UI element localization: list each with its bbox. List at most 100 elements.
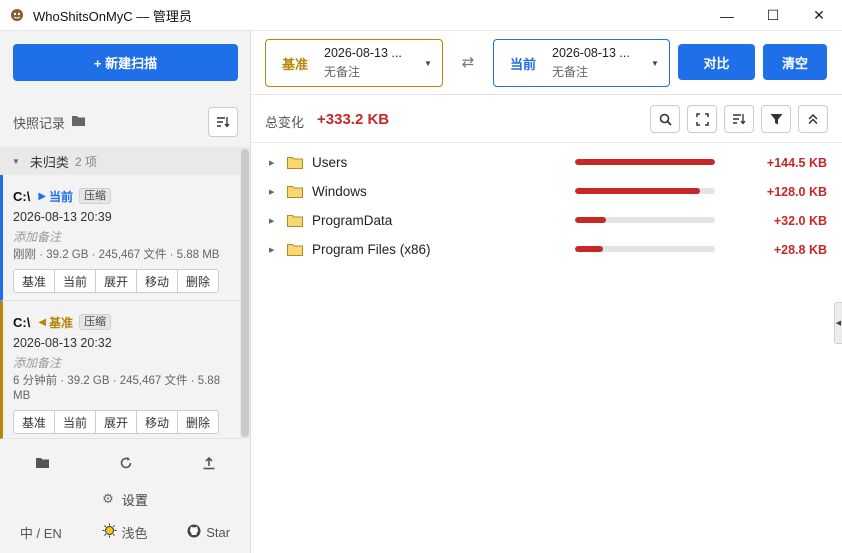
collapse-panel-handle[interactable]: ◀	[834, 302, 842, 344]
search-icon	[659, 113, 672, 126]
sort-icon	[733, 114, 746, 125]
new-scan-button[interactable]: + 新建扫描	[13, 44, 238, 81]
folder-row[interactable]: ▶ Program Files (x86) +28.8 KB	[251, 235, 842, 264]
dropdown-arrow-icon: ▼	[651, 58, 659, 68]
expand-arrow-icon[interactable]: ▶	[269, 188, 274, 196]
close-button[interactable]: ✕	[796, 0, 842, 31]
base-snapshot-select[interactable]: 基准 2026-08-13 ... 无备注 ▼	[265, 39, 443, 87]
change-value: +144.5 KB	[766, 155, 827, 170]
set-base-button[interactable]: 基准	[14, 270, 55, 292]
change-bar-fill	[575, 159, 715, 165]
change-bar	[575, 217, 715, 223]
folder-icon	[287, 185, 303, 201]
folder-name: ProgramData	[312, 213, 393, 228]
snapshot-card-current[interactable]: C:\ ▶ 当前 压缩 2026-08-13 20:39 添加备注 刚刚 · 39…	[0, 175, 240, 301]
github-star-link[interactable]: Star	[187, 524, 230, 541]
refresh-icon[interactable]	[119, 456, 133, 473]
search-button[interactable]	[650, 105, 680, 133]
change-bar	[575, 246, 715, 252]
current-snapshot-select[interactable]: 当前 2026-08-13 ... 无备注 ▼	[493, 39, 670, 87]
change-bar-fill	[575, 246, 603, 252]
move-button[interactable]: 移动	[137, 270, 178, 292]
back-arrow-icon: ◀	[38, 316, 47, 328]
maximize-button[interactable]: ☐	[750, 0, 796, 31]
set-current-button[interactable]: 当前	[55, 411, 96, 433]
sidebar-footer: 中 / EN 浅色 Star	[0, 521, 250, 543]
snapshot-actions: 基准 当前 展开 移动 删除	[13, 410, 219, 434]
app-icon	[9, 7, 25, 23]
minimize-button[interactable]: —	[704, 0, 750, 31]
add-note-link[interactable]: 添加备注	[13, 354, 240, 371]
snapshot-time: 2026-08-13 20:39	[13, 210, 112, 224]
settings-button[interactable]: ⚙ 设置	[0, 487, 250, 511]
export-icon[interactable]	[202, 456, 216, 473]
github-icon	[187, 524, 201, 541]
group-header[interactable]: ▼ 未归类 2 项	[0, 147, 240, 175]
swap-icon[interactable]: ⇄	[456, 53, 480, 73]
add-note-link[interactable]: 添加备注	[13, 228, 240, 245]
folder-icon[interactable]	[71, 114, 86, 130]
change-bar-fill	[575, 217, 606, 223]
delete-button[interactable]: 删除	[178, 270, 218, 292]
dropdown-arrow-icon: ▼	[424, 58, 432, 68]
compress-badge: 压缩	[79, 188, 112, 204]
filter-icon	[770, 113, 782, 124]
folder-row[interactable]: ▶ ProgramData +32.0 KB	[251, 206, 842, 235]
set-base-button[interactable]: 基准	[14, 411, 55, 433]
settings-label: 设置	[121, 492, 148, 508]
collapse-all-button[interactable]	[798, 105, 828, 133]
snapshot-drive: C:\	[13, 188, 31, 204]
base-kind-label: 基准	[281, 56, 308, 72]
change-bar	[575, 159, 715, 165]
current-note: 无备注	[552, 65, 589, 79]
folder-icon	[287, 243, 303, 259]
expand-arrow-icon[interactable]: ▶	[269, 159, 274, 167]
chevrons-up-icon	[808, 113, 818, 125]
gear-icon: ⚙	[102, 491, 114, 506]
fullscreen-icon	[695, 112, 709, 126]
total-change-label: 总变化	[265, 115, 305, 130]
sun-icon	[102, 523, 117, 541]
caret-down-icon: ▼	[12, 156, 20, 166]
folder-name: Users	[312, 155, 348, 170]
title-bar: WhoShitsOnMyC — 管理员 — ☐ ✕	[0, 0, 842, 31]
snapshots-header: 快照记录	[13, 107, 238, 137]
expand-arrow-icon[interactable]: ▶	[269, 217, 274, 225]
folder-list: ▶ Users +144.5 KB ▶ Windows +128.0 KB ▶ …	[251, 148, 842, 264]
expand-button[interactable]: 展开	[96, 270, 137, 292]
base-date: 2026-08-13 ...	[324, 46, 402, 60]
change-bar-fill	[575, 188, 700, 194]
snapshot-meta: 刚刚 · 39.2 GB · 245,467 文件 · 5.88 MB	[13, 249, 220, 261]
star-label: Star	[206, 524, 231, 540]
scrollbar-thumb[interactable]	[241, 149, 249, 437]
expand-button[interactable]: 展开	[96, 411, 137, 433]
sidebar-scrollbar[interactable]	[240, 147, 250, 439]
sort-button[interactable]	[724, 105, 754, 133]
folder-icon	[287, 214, 303, 230]
total-change-value: +333.2 KB	[317, 111, 390, 128]
set-current-button[interactable]: 当前	[55, 270, 96, 292]
theme-label: 浅色	[121, 525, 148, 541]
snapshot-time: 2026-08-13 20:32	[13, 336, 112, 350]
current-tag: ▶ 当前	[38, 189, 74, 204]
change-value: +28.8 KB	[773, 242, 827, 257]
filter-button[interactable]	[761, 105, 791, 133]
snapshot-card-base[interactable]: C:\ ◀ 基准 压缩 2026-08-13 20:32 添加备注 6 分钟前 ·…	[0, 301, 240, 439]
current-date: 2026-08-13 ...	[552, 46, 630, 60]
delete-button[interactable]: 删除	[178, 411, 218, 433]
move-button[interactable]: 移动	[137, 411, 178, 433]
folder-icon	[287, 156, 303, 172]
group-count: 2 项	[74, 154, 97, 169]
play-icon: ▶	[38, 190, 47, 202]
sidebar-tools	[0, 451, 250, 477]
folder-row[interactable]: ▶ Windows +128.0 KB	[251, 177, 842, 206]
fullscreen-button[interactable]	[687, 105, 717, 133]
open-folder-icon[interactable]	[35, 456, 50, 472]
folder-row[interactable]: ▶ Users +144.5 KB	[251, 148, 842, 177]
compare-button[interactable]: 对比	[678, 44, 755, 80]
sort-button[interactable]	[208, 107, 238, 137]
clear-button[interactable]: 清空	[763, 44, 827, 80]
expand-arrow-icon[interactable]: ▶	[269, 246, 274, 254]
theme-toggle[interactable]: 浅色	[102, 523, 148, 542]
language-toggle[interactable]: 中 / EN	[20, 523, 62, 542]
